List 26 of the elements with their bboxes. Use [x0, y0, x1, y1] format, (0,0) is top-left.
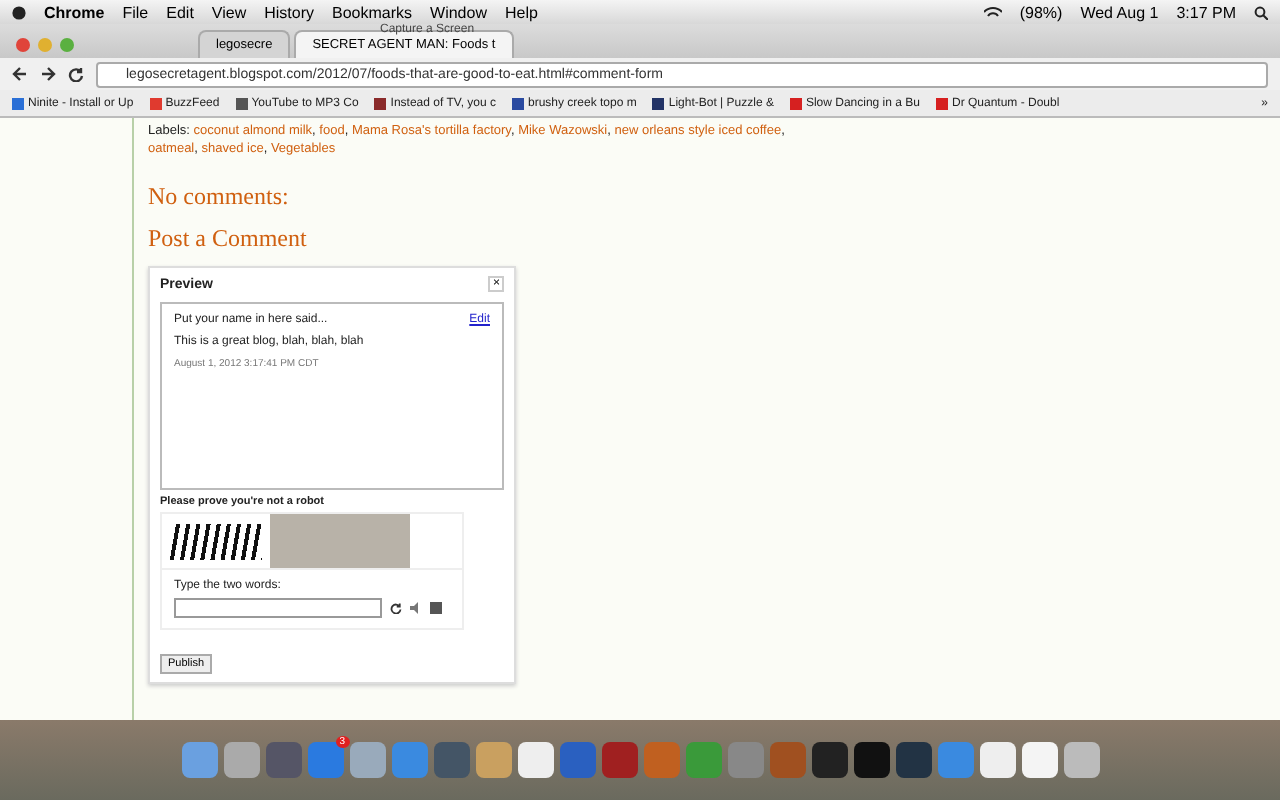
post-comment-heading: Post a Comment — [148, 224, 309, 254]
menu-item[interactable]: Bookmarks — [332, 3, 413, 21]
minimize-icon[interactable] — [38, 37, 52, 51]
menu-item[interactable]: File — [122, 3, 149, 21]
menu-item[interactable]: Window — [430, 3, 487, 21]
battery-level: (98%) — [1019, 3, 1063, 21]
menu-item[interactable]: History — [264, 3, 315, 21]
search-icon[interactable] — [1254, 5, 1268, 19]
zoom-icon[interactable] — [60, 37, 74, 51]
forward-icon[interactable] — [40, 66, 56, 82]
reload-icon[interactable] — [390, 602, 402, 614]
comments-heading: No comments: — [148, 182, 291, 212]
reload-icon[interactable] — [68, 66, 84, 82]
menu-date[interactable]: Wed Aug 1 — [1080, 3, 1159, 21]
menu-time[interactable]: 3:17 PM — [1176, 3, 1236, 21]
captcha-image — [170, 523, 262, 559]
app-menu[interactable]: Chrome — [44, 3, 105, 21]
photo-placeholder — [270, 514, 410, 568]
menu-item[interactable]: Edit — [166, 3, 194, 21]
back-icon[interactable] — [12, 66, 28, 82]
menu-item[interactable]: View — [211, 3, 247, 21]
captcha-input[interactable] — [174, 598, 382, 618]
speaker-icon[interactable] — [410, 602, 422, 614]
wifi-icon — [983, 5, 1002, 19]
menu-item[interactable]: Help — [504, 3, 538, 21]
close-icon[interactable] — [16, 37, 30, 51]
